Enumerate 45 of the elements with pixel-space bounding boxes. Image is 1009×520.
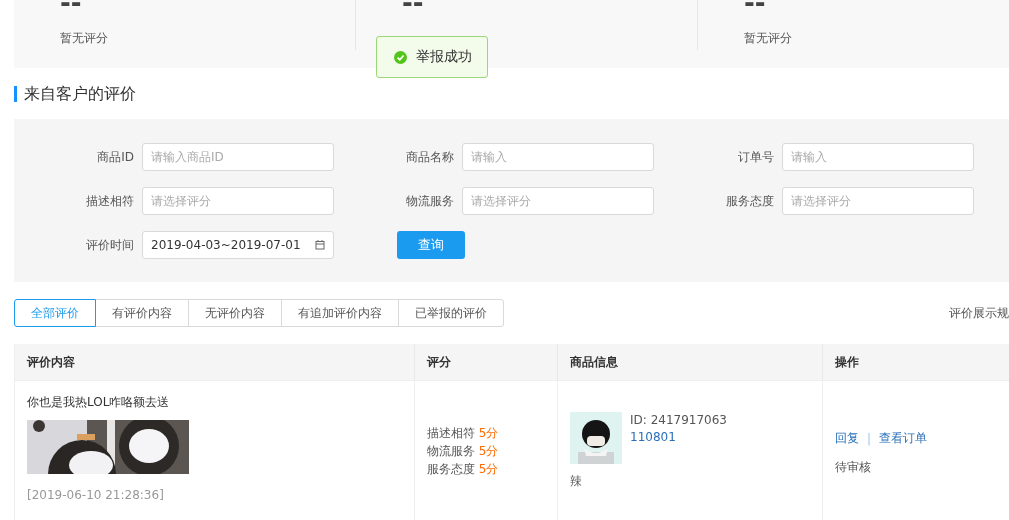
comment-text: 你也是我热LOL咋咯额去送 <box>27 394 171 411</box>
filter-label: 订单号 <box>737 148 774 166</box>
column-header: 商品信息 <box>558 344 823 380</box>
filter-input[interactable]: 请选择评分 <box>142 187 334 215</box>
rules-link[interactable]: 评价展示规 <box>949 304 1009 322</box>
comment-time: [2019-06-10 21:28:36] <box>27 488 165 502</box>
section-title: 来自客户的评价 <box>14 86 136 102</box>
score-label: 暂无评分 <box>60 30 108 47</box>
filter-tab[interactable]: 无评价内容 <box>188 299 282 327</box>
filter-label: 描述相符 <box>85 192 134 210</box>
product-code-link[interactable]: 110801 <box>630 429 727 446</box>
filter-label: 服务态度 <box>725 192 774 210</box>
review-status: 待审核 <box>835 459 872 476</box>
link-separator: | <box>867 431 872 446</box>
avatar-icon <box>570 412 622 464</box>
filter-input[interactable]: 请选择评分 <box>782 187 974 215</box>
filter-input[interactable]: 请输入 <box>462 143 654 171</box>
check-circle-icon <box>394 50 407 64</box>
filter-tab[interactable]: 有追加评价内容 <box>281 299 399 327</box>
filter-label: 评价时间 <box>85 236 134 254</box>
date-range-field[interactable]: 2019-04-03~2019-07-01 <box>142 231 334 259</box>
score-line: 描述相符 5分 <box>427 424 500 442</box>
column-header: 操作 <box>823 344 1009 380</box>
score-line: 物流服务 5分 <box>427 442 500 460</box>
score-label: 暂无评分 <box>744 30 792 47</box>
action-link[interactable]: 查看订单 <box>879 430 928 447</box>
score-value: -- <box>744 0 766 14</box>
action-link[interactable]: 回复 <box>835 430 859 447</box>
filter-input[interactable]: 请选择评分 <box>462 187 654 215</box>
product-id: ID: 2417917063 <box>630 412 727 429</box>
filter-input[interactable]: 请输入商品ID <box>142 143 334 171</box>
filter-input[interactable]: 请输入 <box>782 143 974 171</box>
column-header: 评分 <box>415 344 558 380</box>
calendar-icon <box>315 240 325 250</box>
score-value: -- <box>402 0 424 14</box>
toast-message: 举报成功 <box>416 48 472 66</box>
score-line: 服务态度 5分 <box>427 460 500 478</box>
filter-tab[interactable]: 有评价内容 <box>95 299 189 327</box>
score-value: -- <box>60 0 82 14</box>
column-header: 评价内容 <box>15 344 415 380</box>
filter-label: 商品ID <box>96 148 134 166</box>
product-name: 辣 <box>570 473 583 490</box>
filter-label: 商品名称 <box>405 148 454 166</box>
filter-tab[interactable]: 已举报的评价 <box>398 299 504 327</box>
filter-label: 物流服务 <box>405 192 454 210</box>
